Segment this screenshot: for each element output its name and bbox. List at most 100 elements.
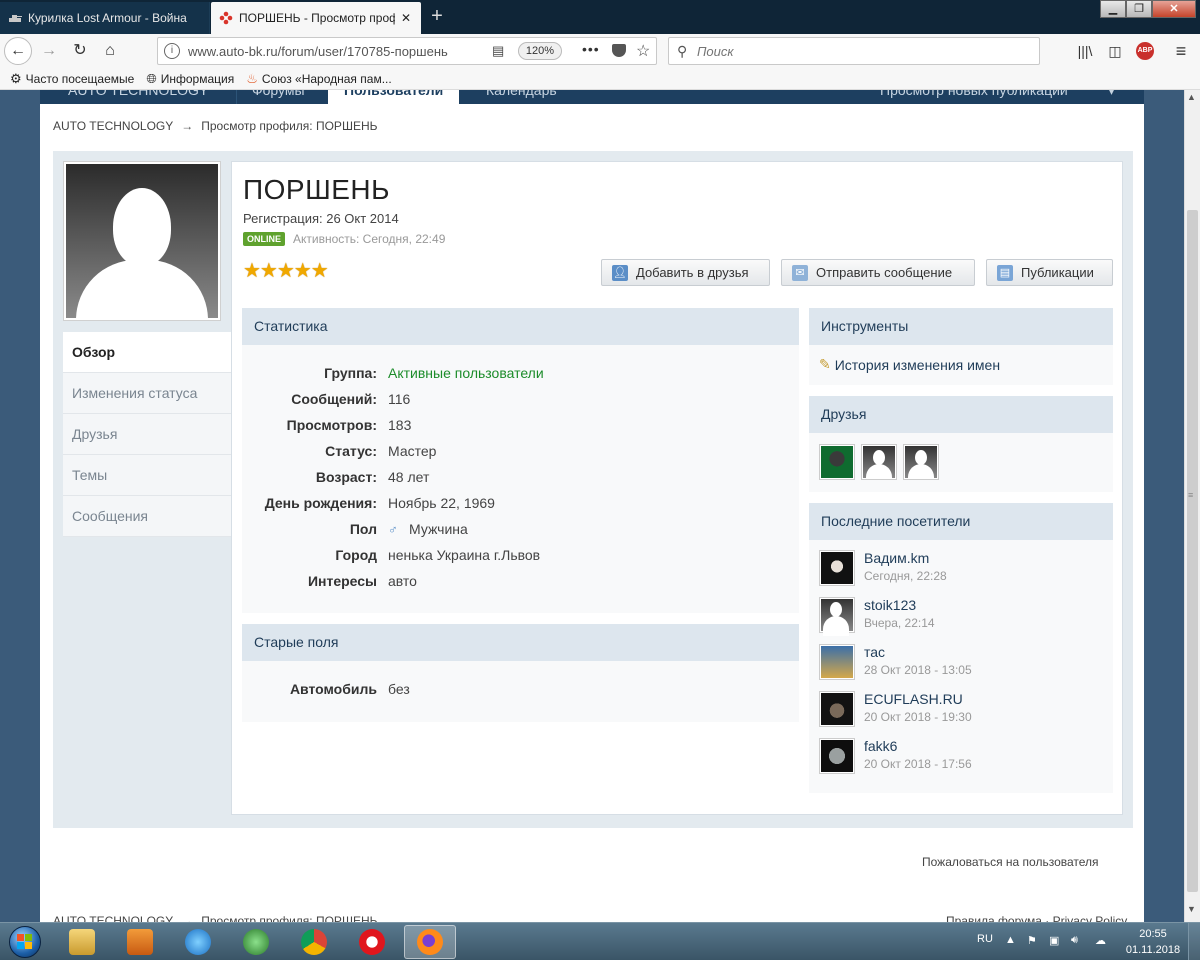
folder-icon xyxy=(69,929,95,955)
name-history-link[interactable]: ✎ История изменения имен xyxy=(819,356,1000,373)
nav-auto-technology[interactable]: AUTO TECHNOLOGY xyxy=(68,90,208,98)
side-nav-status-changes[interactable]: Изменения статуса xyxy=(63,373,231,414)
visitor-name[interactable]: fakk6 xyxy=(864,738,897,754)
taskbar-opera[interactable] xyxy=(346,925,398,959)
report-user-link[interactable]: Пожаловаться на пользователя xyxy=(922,855,1099,869)
close-icon[interactable]: ✕ xyxy=(399,11,413,25)
pencil-icon: ✎ xyxy=(819,356,831,372)
page-scrollbar[interactable]: ▲ ≡ ▼ xyxy=(1184,90,1200,922)
side-nav-topics[interactable]: Темы xyxy=(63,455,231,496)
visitor-item: тас 28 Окт 2018 - 13:05 xyxy=(819,644,1109,684)
stat-row-views: Просмотров: 183 xyxy=(242,417,799,437)
stat-key: Город xyxy=(335,547,377,563)
stat-value-group-link[interactable]: Активные пользователи xyxy=(388,365,544,381)
volume-icon[interactable]: 🔊︎ xyxy=(1071,934,1078,947)
search-input[interactable] xyxy=(697,42,1027,60)
input-language[interactable]: RU xyxy=(977,933,993,945)
start-button[interactable] xyxy=(2,924,50,960)
show-desktop-button[interactable] xyxy=(1188,923,1200,960)
visitor-name[interactable]: Вадим.km xyxy=(864,550,929,566)
visitor-avatar[interactable] xyxy=(819,597,855,633)
scroll-down-icon[interactable]: ▼ xyxy=(1187,904,1196,914)
visitor-name[interactable]: stoik123 xyxy=(864,597,916,613)
scroll-up-icon[interactable]: ▲ xyxy=(1187,92,1196,102)
visitors-title: Последние посетители xyxy=(809,503,1113,540)
statistics-title: Статистика xyxy=(242,308,799,345)
reader-view-icon[interactable]: ▤ xyxy=(492,43,504,59)
zoom-level[interactable]: 120% xyxy=(518,42,562,60)
stat-value: 48 лет xyxy=(388,469,430,485)
breadcrumb-home[interactable]: AUTO TECHNOLOGY xyxy=(53,119,173,133)
visitor-name[interactable]: тас xyxy=(864,644,885,660)
browser-tab-lostarmour[interactable]: Курилка Lost Armour - Война xyxy=(0,2,210,34)
recent-visitors-panel: Последние посетители Вадим.km Сегодня, 2… xyxy=(809,503,1113,793)
visitor-avatar[interactable] xyxy=(819,738,855,774)
home-button[interactable]: ⌂ xyxy=(98,39,122,63)
friend-avatar[interactable] xyxy=(903,444,939,480)
pocket-icon[interactable] xyxy=(612,44,626,57)
clock-date[interactable]: 01.11.2018 xyxy=(1122,944,1184,956)
taskbar-internet-explorer[interactable] xyxy=(172,925,224,959)
page-actions-button[interactable]: ••• xyxy=(582,41,600,57)
url-text[interactable]: www.auto-bk.ru/forum/user/170785-поршень xyxy=(188,44,488,59)
info-icon[interactable]: i xyxy=(164,43,180,59)
send-message-button[interactable]: ✉ Отправить сообщение xyxy=(781,259,975,286)
adblock-icon[interactable]: ABP xyxy=(1136,42,1154,60)
friend-avatar[interactable] xyxy=(819,444,855,480)
tray-expand-icon[interactable]: ▲ xyxy=(1005,934,1016,946)
clock-time[interactable]: 20:55 xyxy=(1128,928,1178,940)
back-button[interactable]: ← xyxy=(4,37,32,65)
bookmark-star-icon[interactable]: ☆ xyxy=(636,41,650,61)
forward-button[interactable]: → xyxy=(37,39,61,63)
stat-key: Возраст: xyxy=(315,469,377,485)
side-nav-overview[interactable]: Обзор xyxy=(63,332,231,373)
nav-forums[interactable]: Форумы xyxy=(252,90,305,98)
network-icon[interactable]: ▣ xyxy=(1049,934,1059,947)
scrollbar-thumb[interactable] xyxy=(1187,210,1198,892)
friend-avatar[interactable] xyxy=(861,444,897,480)
bookmark-memory[interactable]: ♨ Союз «Народная пам... xyxy=(246,71,392,87)
publications-button[interactable]: ▤ Публикации xyxy=(986,259,1113,286)
new-tab-button[interactable]: + xyxy=(426,6,448,28)
bookmark-info[interactable]: 🌐︎ Информация xyxy=(146,71,234,87)
flag-icon[interactable]: ⚑ xyxy=(1027,934,1037,947)
visitor-photo xyxy=(821,693,853,725)
windows-logo-icon xyxy=(17,934,33,950)
cloud-icon[interactable]: ☁ xyxy=(1095,934,1106,947)
side-nav-posts[interactable]: Сообщения xyxy=(63,496,231,537)
library-icon[interactable]: |||\ xyxy=(1076,42,1094,60)
nav-calendar[interactable]: Календарь xyxy=(486,90,557,98)
side-nav-friends[interactable]: Друзья xyxy=(63,414,231,455)
taskbar-firefox[interactable] xyxy=(404,925,456,959)
address-bar[interactable]: i www.auto-bk.ru/forum/user/170785-порше… xyxy=(157,37,657,65)
grip-icon: ≡ xyxy=(1188,490,1194,500)
tools-panel: Инструменты ✎ История изменения имен xyxy=(809,308,1113,385)
minimize-button[interactable]: ▁ xyxy=(1100,0,1126,18)
taskbar-media-player[interactable] xyxy=(114,925,166,959)
nav-new-posts[interactable]: Просмотр новых публикаций xyxy=(880,90,1068,98)
visitor-time: Вчера, 22:14 xyxy=(864,616,935,630)
reload-button[interactable]: ↻ xyxy=(68,39,92,63)
add-friend-button[interactable]: 👤︎ Добавить в друзья xyxy=(601,259,770,286)
visitor-avatar[interactable] xyxy=(819,691,855,727)
visitor-name[interactable]: ECUFLASH.RU xyxy=(864,691,963,707)
taskbar-explorer[interactable] xyxy=(56,925,108,959)
bookmark-frequent[interactable]: ⚙ Часто посещаемые xyxy=(10,71,134,87)
nav-users[interactable]: Пользователи xyxy=(328,90,460,104)
hamburger-menu-icon[interactable]: ≡ xyxy=(1172,42,1190,60)
visitor-avatar[interactable] xyxy=(819,550,855,586)
sidebar-icon[interactable]: ◫ xyxy=(1106,42,1124,60)
maximize-button[interactable]: ❐ xyxy=(1126,0,1152,18)
taskbar-globe-app[interactable] xyxy=(230,925,282,959)
stat-row-gender: Пол ♂ Мужчина xyxy=(242,521,799,541)
window-close-button[interactable]: ✕ xyxy=(1152,0,1196,18)
chevron-down-icon[interactable]: ▾ xyxy=(1108,90,1115,99)
field-row-car: Автомобиль без xyxy=(242,681,799,701)
search-icon: ⚲ xyxy=(677,43,688,59)
visitor-avatar[interactable] xyxy=(819,644,855,680)
browser-tab-profile[interactable]: ПОРШЕНЬ - Просмотр профи ✕ xyxy=(211,2,421,34)
taskbar-chrome[interactable] xyxy=(288,925,340,959)
stat-key: День рождения: xyxy=(264,495,377,511)
search-bar[interactable]: ⚲ xyxy=(668,37,1040,65)
page-viewport: AUTO TECHNOLOGY Форумы Пользователи Кале… xyxy=(0,90,1184,922)
